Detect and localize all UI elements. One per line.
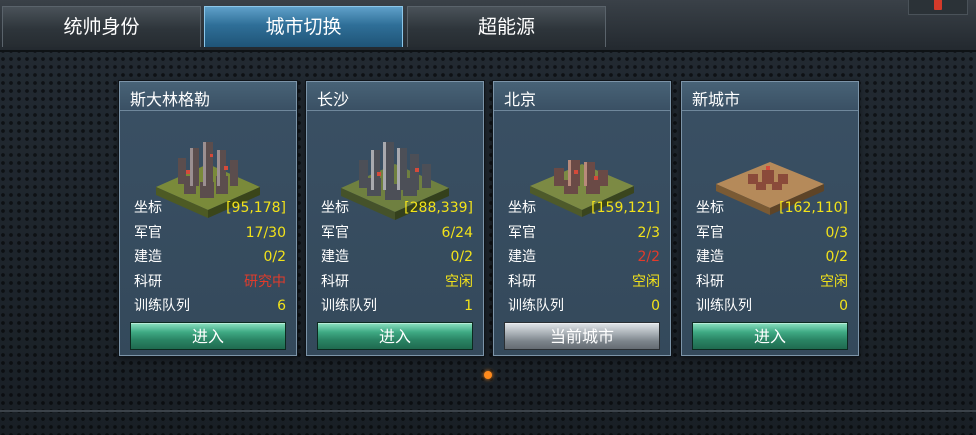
top-tab-bar: 统帅身份 城市切换 超能源 (0, 0, 976, 52)
city-card-new-city: 新城市 坐标 [162,110] 军官 0/3 建造 0/2 科研 空闲 训练队列 0 进… (681, 81, 859, 356)
city-stats: 坐标 [288,339] 军官 6/24 建造 0/2 科研 空闲 训练队列 1 (315, 196, 475, 319)
stat-label: 坐标 (134, 200, 162, 216)
stat-label: 军官 (134, 224, 162, 241)
coords-value: [162,110] (779, 200, 848, 216)
stat-row-build: 建造 0/2 (690, 245, 850, 270)
research-value: 空闲 (632, 273, 660, 290)
officer-value: 17/30 (245, 224, 286, 241)
stat-label: 训练队列 (508, 298, 564, 315)
officer-value: 0/3 (825, 224, 848, 241)
page-indicator-dot (484, 371, 492, 379)
coords-value: [288,339] (404, 200, 473, 216)
stat-row-officer: 军官 2/3 (502, 221, 662, 246)
stat-label: 建造 (696, 249, 724, 266)
stat-row-build: 建造 0/2 (315, 245, 475, 270)
officer-value: 2/3 (637, 224, 660, 241)
city-name: 长沙 (317, 90, 350, 109)
stat-label: 科研 (696, 273, 724, 290)
build-value: 2/2 (637, 249, 660, 266)
stat-row-build: 建造 0/2 (128, 245, 288, 270)
train-value: 6 (277, 298, 286, 315)
city-stats: 坐标 [159,121] 军官 2/3 建造 2/2 科研 空闲 训练队列 0 (502, 196, 662, 319)
stat-row-officer: 军官 6/24 (315, 221, 475, 246)
stat-row-train: 训练队列 0 (502, 294, 662, 319)
coords-value: [159,121] (591, 200, 660, 216)
stat-row-coords: 坐标 [288,339] (315, 196, 475, 221)
city-card-changsha: 长沙 坐标 [288,339] 军官 6/24 建造 0/2 科研 空闲 训练队列 1 进… (306, 81, 484, 356)
coords-value: [95,178] (226, 200, 286, 216)
train-value: 0 (839, 298, 848, 315)
build-value: 0/2 (450, 249, 473, 266)
stat-row-train: 训练队列 0 (690, 294, 850, 319)
bottom-divider (0, 410, 976, 412)
close-button[interactable] (908, 0, 968, 15)
stat-label: 军官 (508, 224, 536, 241)
train-value: 0 (651, 298, 660, 315)
research-value: 空闲 (820, 273, 848, 290)
stat-row-train: 训练队列 6 (128, 294, 288, 319)
city-name: 北京 (504, 90, 537, 109)
current-city-button[interactable]: 当前城市 (504, 322, 660, 350)
stat-label: 科研 (321, 273, 349, 290)
officer-value: 6/24 (441, 224, 473, 241)
city-name: 斯大林格勒 (130, 90, 211, 109)
stat-row-research: 科研 研究中 (128, 270, 288, 295)
stat-row-build: 建造 2/2 (502, 245, 662, 270)
city-name: 新城市 (692, 90, 741, 109)
research-value: 研究中 (244, 273, 286, 290)
stat-label: 训练队列 (696, 298, 752, 315)
stat-label: 坐标 (696, 200, 724, 216)
stat-row-research: 科研 空闲 (690, 270, 850, 295)
city-card-beijing: 北京 坐标 [159,121] 军官 2/3 建造 2/2 科研 空闲 训练队列 0 当前… (493, 81, 671, 356)
stat-label: 建造 (508, 249, 536, 266)
research-value: 空闲 (445, 273, 473, 290)
stat-row-train: 训练队列 1 (315, 294, 475, 319)
enter-city-button[interactable]: 进入 (692, 322, 848, 350)
close-icon (934, 0, 942, 10)
stat-row-research: 科研 空闲 (502, 270, 662, 295)
train-value: 1 (464, 298, 473, 315)
city-stats: 坐标 [162,110] 军官 0/3 建造 0/2 科研 空闲 训练队列 0 (690, 196, 850, 319)
stat-label: 建造 (134, 249, 162, 266)
build-value: 0/2 (825, 249, 848, 266)
enter-city-button[interactable]: 进入 (317, 322, 473, 350)
stat-label: 军官 (321, 224, 349, 241)
tab-city-switch[interactable]: 城市切换 (204, 6, 403, 47)
stat-label: 军官 (696, 224, 724, 241)
stat-label: 坐标 (321, 200, 349, 216)
stat-label: 训练队列 (321, 298, 377, 315)
stat-row-coords: 坐标 [95,178] (128, 196, 288, 221)
tab-super-energy[interactable]: 超能源 (407, 6, 606, 47)
stat-label: 坐标 (508, 200, 536, 216)
stat-row-coords: 坐标 [159,121] (502, 196, 662, 221)
enter-city-button[interactable]: 进入 (130, 322, 286, 350)
stat-row-officer: 军官 0/3 (690, 221, 850, 246)
stat-label: 训练队列 (134, 298, 190, 315)
stat-row-coords: 坐标 [162,110] (690, 196, 850, 221)
city-stats: 坐标 [95,178] 军官 17/30 建造 0/2 科研 研究中 训练队列 6 (128, 196, 288, 319)
city-card-stalingrad: 斯大林格勒 坐标 [95,178] 军官 17/30 建造 0/2 科研 研究中 训练队… (119, 81, 297, 356)
build-value: 0/2 (263, 249, 286, 266)
stat-row-officer: 军官 17/30 (128, 221, 288, 246)
stat-label: 科研 (508, 273, 536, 290)
stat-row-research: 科研 空闲 (315, 270, 475, 295)
tab-commander-identity[interactable]: 统帅身份 (2, 6, 201, 47)
stat-label: 科研 (134, 273, 162, 290)
stat-label: 建造 (321, 249, 349, 266)
